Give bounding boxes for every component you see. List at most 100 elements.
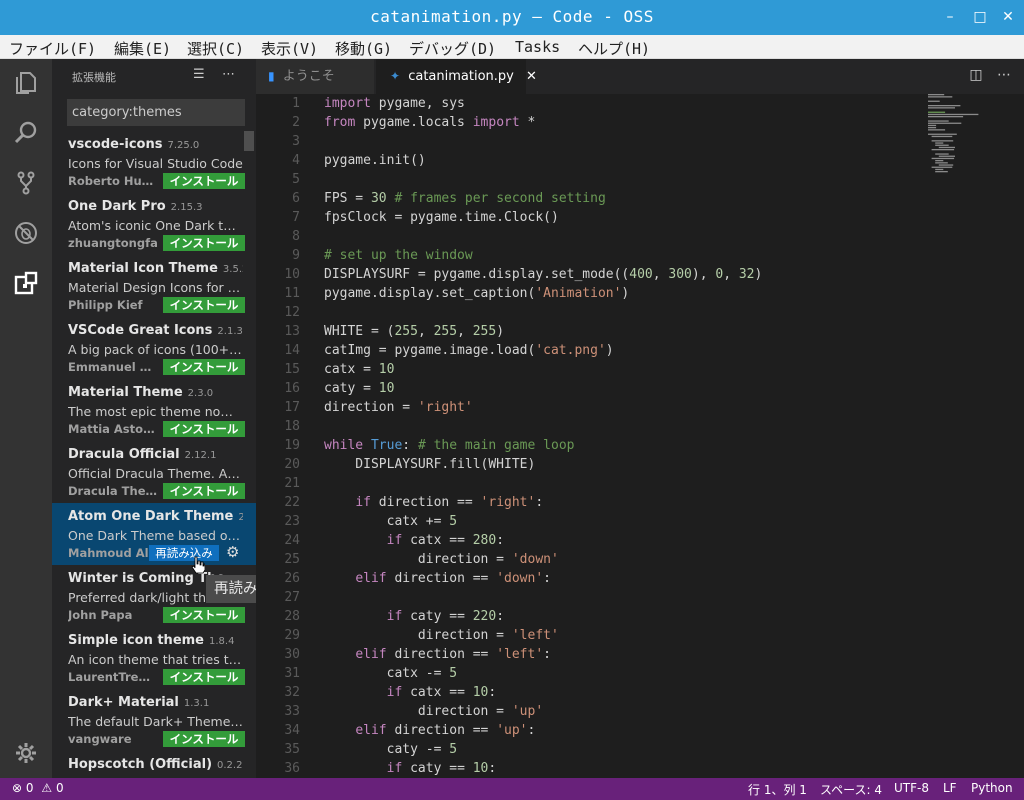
minimap-line (935, 142, 944, 144)
manage-gear-icon[interactable]: ⚙ (226, 543, 239, 561)
extension-item[interactable]: Dracula Official 2.12.1 Official Dracula T… (52, 441, 256, 503)
line-number: 1 (292, 96, 300, 111)
line-number: 36 (284, 761, 300, 776)
indentation[interactable]: スペース: 4 (820, 781, 882, 798)
extensions-search-input[interactable] (67, 99, 245, 126)
clear-extensions-icon[interactable]: ☰ (193, 67, 205, 82)
extension-name: Atom One Dark Theme2.1.0 (68, 509, 243, 524)
code-line: fpsClock = pygame.time.Clock() (324, 210, 559, 225)
window-title: catanimation.py — Code - OSS (370, 7, 654, 26)
more-actions-icon[interactable]: ⋯ (994, 67, 1014, 87)
more-actions-icon[interactable]: ⋯ (222, 67, 235, 82)
search-icon[interactable] (8, 115, 44, 151)
minimap-line (928, 100, 940, 102)
extension-item[interactable]: Atom One Dark Theme2.1.0 One Dark Theme b… (52, 503, 256, 565)
error-icon: ⊗ (12, 781, 23, 795)
extension-item[interactable]: Material Theme 2.3.0 The most epic theme n… (52, 379, 256, 441)
install-button[interactable]: インストール (163, 297, 245, 313)
code-line: catx -= 5 (324, 666, 458, 681)
minimap-line (935, 160, 944, 162)
line-number: 21 (284, 476, 300, 491)
code-line: pygame.init() (324, 153, 426, 168)
extension-item[interactable]: Material Icon Theme3.5.2 Material Design … (52, 255, 256, 317)
menu-edit[interactable]: 編集(E) (114, 38, 171, 59)
debug-icon[interactable] (8, 215, 44, 251)
close-tab-icon[interactable]: ✕ (526, 69, 537, 84)
minimize-button[interactable]: – (940, 7, 960, 27)
code-line: catx = 10 (324, 362, 395, 377)
extension-description: One Dark Theme based on A… (68, 528, 243, 543)
menu-go[interactable]: 移動(G) (335, 38, 392, 59)
line-number: 8 (292, 229, 300, 244)
tab-label: catanimation.py (408, 69, 514, 84)
extensions-list: vscode-icons 7.25.0 Icons for Visual Studi… (52, 131, 256, 778)
settings-gear-icon[interactable] (8, 735, 44, 771)
install-button[interactable]: インストール (163, 173, 245, 189)
code-line: direction = 'right' (324, 400, 473, 415)
extensions-icon[interactable] (8, 265, 44, 301)
minimap[interactable] (928, 94, 988, 184)
extension-item[interactable]: One Dark Pro 2.15.3 Atom's iconic One Dark… (52, 193, 256, 255)
minimap-line (935, 144, 949, 146)
reload-button[interactable]: 再読み込み (149, 545, 219, 561)
extension-item[interactable]: vscode-icons 7.25.0 Icons for Visual Studi… (52, 131, 256, 193)
tab-welcome[interactable]: ▮ ようこそ (256, 59, 374, 94)
language-mode[interactable]: Python (971, 781, 1013, 795)
extension-author: Dracula The… (68, 484, 158, 498)
maximize-button[interactable]: □ (970, 7, 990, 27)
install-button[interactable]: インストール (163, 669, 245, 685)
extension-item[interactable]: Hopscotch (Official) 0.2.2 (52, 751, 256, 778)
explorer-icon[interactable] (8, 65, 44, 101)
source-control-icon[interactable] (8, 165, 44, 201)
problems-indicator[interactable]: ⊗ 0 ⚠ 0 (12, 781, 64, 795)
install-button[interactable]: インストール (163, 483, 245, 499)
menu-tasks[interactable]: Tasks (515, 38, 560, 56)
extension-author: LaurentTregu… (68, 670, 158, 684)
menu-help[interactable]: ヘルプ(H) (578, 38, 650, 59)
menu-file[interactable]: ファイル(F) (9, 38, 96, 59)
encoding[interactable]: UTF-8 (894, 781, 929, 795)
extension-version: 2.3.0 (187, 388, 214, 399)
minimap-line (928, 127, 937, 129)
close-window-button[interactable]: ✕ (998, 7, 1018, 27)
code-line: if caty == 220: (386, 609, 505, 624)
code-line: catImg = pygame.image.load('cat.png') (324, 343, 614, 358)
minimap-line (928, 129, 946, 131)
code-line: elif direction == 'down': (355, 571, 551, 586)
code-line: # set up the window (324, 248, 473, 263)
split-editor-icon[interactable]: ◫ (966, 67, 986, 87)
extension-author: Philipp Kief (68, 298, 143, 312)
install-button[interactable]: インストール (163, 421, 245, 437)
code-editor[interactable]: 1 import pygame, sys 2 from pygame.locals i… (256, 94, 1024, 778)
extension-version: 1.3.1 (183, 698, 210, 709)
install-button[interactable]: インストール (163, 607, 245, 623)
extension-version: 2.1.39 (217, 326, 243, 337)
menu-bar: ファイル(F) 編集(E) 選択(C) 表示(V) 移動(G) デバッグ(D) … (0, 35, 1024, 59)
extension-item[interactable]: Simple icon theme 1.8.4 An icon theme that… (52, 627, 256, 689)
line-number: 14 (284, 343, 300, 358)
code-line: pygame.display.set_caption('Animation') (324, 286, 630, 301)
install-button[interactable]: インストール (163, 235, 245, 251)
line-number: 5 (292, 172, 300, 187)
extension-author: zhuangtongfa (68, 236, 158, 250)
line-ending[interactable]: LF (943, 781, 957, 795)
install-button[interactable]: インストール (163, 731, 245, 747)
extension-name: vscode-icons 7.25.0 (68, 137, 200, 152)
tab-catanimation[interactable]: ✦ catanimation.py ✕ (376, 59, 537, 94)
extension-name: Dark+ Material 1.3.1 (68, 695, 210, 710)
extension-name: VSCode Great Icons2.1.39 (68, 323, 243, 338)
line-number: 3 (292, 134, 300, 149)
extension-description: The most epic theme now fo… (68, 404, 243, 419)
menu-selection[interactable]: 選択(C) (187, 38, 244, 59)
extension-item[interactable]: VSCode Great Icons2.1.39 A big pack of ic… (52, 317, 256, 379)
extension-author: Roberto Huer… (68, 174, 158, 188)
menu-view[interactable]: 表示(V) (261, 38, 318, 59)
install-button[interactable]: インストール (163, 359, 245, 375)
minimap-line (928, 107, 955, 109)
line-number: 26 (284, 571, 300, 586)
cursor-position[interactable]: 行 1、列 1 (748, 781, 807, 798)
extension-name: Hopscotch (Official) 0.2.2 (68, 757, 243, 772)
menu-debug[interactable]: デバッグ(D) (409, 38, 496, 59)
line-number: 23 (284, 514, 300, 529)
extension-item[interactable]: Dark+ Material 1.3.1 The default Dark+ The… (52, 689, 256, 751)
